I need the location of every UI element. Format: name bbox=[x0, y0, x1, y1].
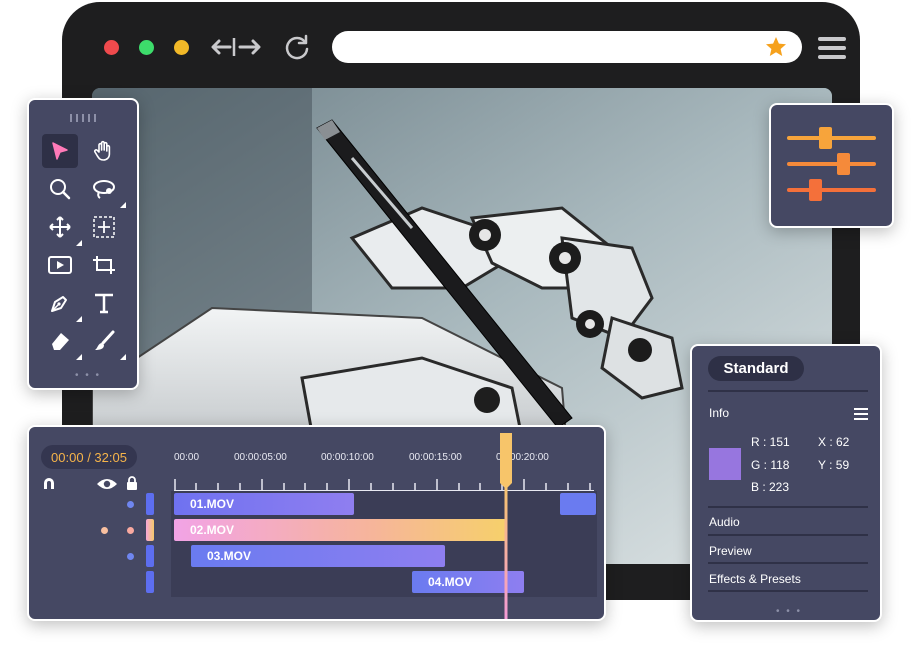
eraser-icon bbox=[52, 333, 69, 350]
clip-01-end[interactable] bbox=[560, 493, 596, 515]
track-marker[interactable] bbox=[146, 493, 154, 515]
more-options-icon[interactable]: • • • bbox=[776, 606, 802, 617]
submenu-corner-icon bbox=[120, 202, 126, 208]
divider bbox=[708, 506, 868, 508]
ruler-label: 00:00:10:00 bbox=[321, 452, 374, 463]
video-icon bbox=[48, 256, 72, 274]
more-tools-icon[interactable]: • • • bbox=[75, 370, 101, 381]
track-marker[interactable] bbox=[146, 545, 154, 567]
hand-icon bbox=[94, 140, 111, 161]
track-status-dot[interactable] bbox=[127, 527, 134, 534]
brush-icon bbox=[95, 330, 115, 350]
divider bbox=[708, 562, 868, 564]
transform-icon bbox=[93, 216, 115, 238]
move-icon bbox=[49, 216, 71, 238]
clip-03[interactable]: 03.MOV bbox=[191, 545, 445, 567]
properties-panel: Standard Info R : 151 G : 118 B : 223 X … bbox=[690, 344, 882, 622]
clip-label: 01.MOV bbox=[190, 497, 235, 511]
hand-tool[interactable] bbox=[86, 134, 122, 168]
brush-tool[interactable] bbox=[86, 324, 126, 360]
info-section-label[interactable]: Info bbox=[709, 406, 729, 420]
audio-section[interactable]: Audio bbox=[709, 515, 740, 529]
submenu-corner-icon bbox=[76, 316, 82, 322]
playhead[interactable] bbox=[500, 433, 512, 619]
ruler-label: 00:00 bbox=[174, 452, 200, 463]
magnifier-icon bbox=[50, 179, 71, 200]
divider bbox=[708, 390, 868, 392]
maximize-window-button[interactable] bbox=[139, 40, 154, 55]
clip-01[interactable]: 01.MOV bbox=[174, 493, 354, 515]
timecode-display: 00:00 / 32:05 bbox=[41, 445, 137, 469]
text-tool[interactable] bbox=[86, 286, 122, 320]
browser-menu-icon[interactable] bbox=[816, 34, 848, 62]
lasso-icon bbox=[93, 180, 115, 199]
blue-value: B : 223 bbox=[751, 480, 790, 494]
x-coordinate-value: X : 62 bbox=[818, 435, 850, 449]
clip-02[interactable]: 02.MOV bbox=[174, 519, 506, 541]
clip-label: 02.MOV bbox=[190, 523, 235, 537]
pen-nib-icon bbox=[51, 296, 67, 312]
address-bar[interactable] bbox=[332, 31, 802, 63]
back-arrow-icon[interactable] bbox=[206, 32, 236, 62]
eraser-tool[interactable] bbox=[42, 324, 82, 360]
crop-icon bbox=[93, 256, 115, 274]
info-menu-icon[interactable] bbox=[854, 408, 868, 420]
zoom-tool[interactable] bbox=[42, 172, 78, 206]
divider bbox=[708, 590, 868, 592]
ruler-label: 00:00:05:00 bbox=[234, 452, 287, 463]
track-status-dot[interactable] bbox=[127, 501, 134, 508]
color-swatch[interactable] bbox=[709, 448, 741, 480]
timeline-panel: 00:00 / 32:05 00:00 00:00:05:00 00:00:10… bbox=[27, 425, 606, 621]
track-status-dot[interactable] bbox=[127, 553, 134, 560]
video-tool[interactable] bbox=[42, 248, 78, 282]
pointer-tool[interactable] bbox=[42, 134, 78, 168]
pen-tool[interactable] bbox=[42, 286, 82, 322]
minimize-window-button[interactable] bbox=[174, 40, 189, 55]
submenu-corner-icon bbox=[76, 354, 82, 360]
text-icon bbox=[95, 293, 113, 314]
adjustments-panel bbox=[769, 103, 894, 228]
sliders-icon[interactable] bbox=[771, 105, 892, 226]
tools-panel: • • • bbox=[27, 98, 139, 390]
preview-section[interactable]: Preview bbox=[709, 544, 752, 558]
effects-presets-section[interactable]: Effects & Presets bbox=[709, 572, 801, 586]
reload-icon[interactable] bbox=[282, 32, 312, 62]
browser-titlebar bbox=[62, 2, 860, 88]
red-value: R : 151 bbox=[751, 435, 790, 449]
submenu-corner-icon bbox=[76, 240, 82, 246]
crop-tool[interactable] bbox=[86, 248, 122, 282]
lasso-tool[interactable] bbox=[86, 172, 126, 208]
lock-icon[interactable] bbox=[126, 476, 138, 490]
clip-label: 04.MOV bbox=[428, 575, 473, 589]
close-window-button[interactable] bbox=[104, 40, 119, 55]
pointer-icon bbox=[52, 142, 68, 160]
submenu-corner-icon bbox=[120, 354, 126, 360]
green-value: G : 118 bbox=[751, 458, 790, 472]
y-coordinate-value: Y : 59 bbox=[818, 458, 850, 472]
clip-label: 03.MOV bbox=[207, 549, 252, 563]
divider bbox=[708, 534, 868, 536]
transform-tool[interactable] bbox=[86, 210, 122, 244]
drag-grip-icon[interactable] bbox=[69, 114, 99, 122]
forward-arrow-icon[interactable] bbox=[234, 32, 268, 62]
bookmark-star-icon[interactable] bbox=[764, 35, 788, 59]
track-status-dot[interactable] bbox=[101, 527, 108, 534]
eye-visibility-icon[interactable] bbox=[96, 477, 118, 491]
preset-selector[interactable]: Standard bbox=[708, 356, 804, 381]
magnet-snap-icon[interactable] bbox=[41, 475, 57, 491]
track-marker[interactable] bbox=[146, 519, 154, 541]
move-tool[interactable] bbox=[42, 210, 82, 246]
ruler-label: 00:00:15:00 bbox=[409, 452, 462, 463]
track-marker[interactable] bbox=[146, 571, 154, 593]
